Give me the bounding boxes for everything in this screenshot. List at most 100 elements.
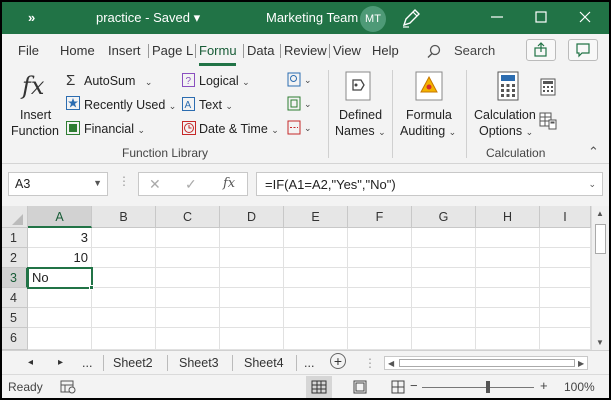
cell-a3[interactable]: No [27, 267, 93, 289]
select-all-button[interactable] [2, 206, 28, 228]
avatar[interactable]: MT [360, 6, 386, 32]
sheet-tab-sheet4[interactable]: Sheet4 [244, 356, 284, 370]
enter-icon[interactable]: ✓ [185, 176, 197, 193]
text-button[interactable]: Text ⌄ [199, 98, 233, 112]
minimize-icon[interactable] [486, 6, 508, 28]
financial-button[interactable]: Financial ⌄ [84, 122, 145, 136]
cell-g4[interactable] [412, 288, 476, 308]
file-name-dropdown[interactable]: practice - Saved ▾ [96, 10, 200, 26]
horizontal-scroll-thumb[interactable] [399, 359, 575, 367]
cell-f2[interactable] [348, 248, 412, 268]
quick-access-more-button[interactable]: » [28, 10, 35, 25]
scroll-up-icon[interactable]: ▲ [596, 209, 604, 218]
cell-a5[interactable] [28, 308, 92, 328]
column-header-h[interactable]: H [476, 206, 540, 228]
row-header-6[interactable]: 6 [2, 328, 28, 350]
scroll-down-icon[interactable]: ▼ [596, 338, 604, 347]
cell-g5[interactable] [412, 308, 476, 328]
tab-view[interactable]: View [333, 43, 361, 58]
column-header-g[interactable]: G [412, 206, 476, 228]
calculate-now-button[interactable] [540, 78, 556, 96]
row-header-4[interactable]: 4 [2, 288, 28, 308]
zoom-slider-track[interactable] [422, 387, 534, 388]
horizontal-scrollbar[interactable]: ◀ ▶ [384, 356, 588, 370]
formula-input[interactable]: =IF(A1=A2,"Yes","No") ⌄ [256, 172, 603, 196]
scroll-left-icon[interactable]: ◀ [388, 359, 394, 368]
cell-c2[interactable] [156, 248, 220, 268]
cell-b2[interactable] [92, 248, 156, 268]
tab-file[interactable]: File [18, 43, 39, 58]
cell-h4[interactable] [476, 288, 540, 308]
lookup-reference-button[interactable]: ⌄ [286, 72, 314, 88]
cell-h1[interactable] [476, 228, 540, 248]
cell-f6[interactable] [348, 328, 412, 350]
cell-b6[interactable] [92, 328, 156, 350]
zoom-slider-thumb[interactable] [486, 381, 490, 393]
cell-e4[interactable] [284, 288, 348, 308]
cell-a6[interactable] [28, 328, 92, 350]
cell-a2[interactable]: 10 [28, 248, 92, 268]
page-break-view-icon[interactable] [390, 379, 406, 395]
add-sheet-button[interactable]: + [330, 353, 346, 369]
cell-h2[interactable] [476, 248, 540, 268]
cell-d4[interactable] [220, 288, 284, 308]
cell-e1[interactable] [284, 228, 348, 248]
cell-e3[interactable] [284, 268, 348, 288]
cell-c6[interactable] [156, 328, 220, 350]
vertical-scroll-thumb[interactable] [595, 224, 606, 254]
cell-c3[interactable] [156, 268, 220, 288]
sheet-tab-sheet2[interactable]: Sheet2 [113, 356, 153, 370]
column-header-a[interactable]: A [28, 206, 92, 228]
cell-f3[interactable] [348, 268, 412, 288]
cell-b3[interactable] [92, 268, 156, 288]
cell-d2[interactable] [220, 248, 284, 268]
cell-d5[interactable] [220, 308, 284, 328]
cell-b1[interactable] [92, 228, 156, 248]
column-header-c[interactable]: C [156, 206, 220, 228]
cell-c4[interactable] [156, 288, 220, 308]
tab-split-grip[interactable]: ⋮ [364, 356, 376, 370]
share-button[interactable] [526, 39, 556, 61]
cell-f4[interactable] [348, 288, 412, 308]
tab-page-layout[interactable]: Page L [152, 43, 193, 58]
cell-i2[interactable] [540, 248, 591, 268]
logical-button[interactable]: Logical ⌄ [199, 74, 250, 88]
insert-function-button[interactable]: fx [22, 72, 44, 100]
sheet-tab-sheet3[interactable]: Sheet3 [179, 356, 219, 370]
search-icon[interactable] [426, 43, 442, 59]
prev-sheet-button[interactable]: ◂ [28, 357, 33, 368]
column-header-e[interactable]: E [284, 206, 348, 228]
cell-i6[interactable] [540, 328, 591, 350]
recently-used-button[interactable]: Recently Used ⌄ [84, 98, 176, 112]
pen-icon[interactable] [400, 7, 422, 29]
cell-h3[interactable] [476, 268, 540, 288]
cell-i3[interactable] [540, 268, 591, 288]
date-time-button[interactable]: Date & Time ⌄ [199, 122, 279, 136]
calculate-sheet-button[interactable] [539, 112, 557, 130]
tab-insert[interactable]: Insert [108, 43, 141, 58]
more-sheets-left-button[interactable]: ... [82, 356, 92, 370]
math-trig-button[interactable]: ⌄ [286, 96, 314, 112]
cell-b5[interactable] [92, 308, 156, 328]
tab-help[interactable]: Help [372, 43, 399, 58]
cell-a1[interactable]: 3 [28, 228, 92, 248]
column-header-b[interactable]: B [92, 206, 156, 228]
tab-review[interactable]: Review [284, 43, 327, 58]
row-header-1[interactable]: 1 [2, 228, 28, 248]
more-sheets-right-button[interactable]: ... [304, 356, 314, 370]
close-icon[interactable] [574, 6, 596, 28]
collapse-ribbon-button[interactable]: ⌃ [588, 144, 599, 160]
formula-auditing-button[interactable] [412, 70, 446, 102]
cell-b4[interactable] [92, 288, 156, 308]
cancel-icon[interactable]: ✕ [149, 176, 161, 193]
cell-c1[interactable] [156, 228, 220, 248]
cell-h6[interactable] [476, 328, 540, 350]
chevron-down-icon[interactable]: ▼ [93, 178, 102, 188]
insert-function-icon[interactable]: fx [223, 176, 235, 191]
zoom-out-button[interactable]: − [410, 378, 418, 393]
cell-g1[interactable] [412, 228, 476, 248]
cell-g6[interactable] [412, 328, 476, 350]
row-header-2[interactable]: 2 [2, 248, 28, 268]
vertical-scrollbar[interactable]: ▲ ▼ [591, 206, 609, 350]
cell-d6[interactable] [220, 328, 284, 350]
